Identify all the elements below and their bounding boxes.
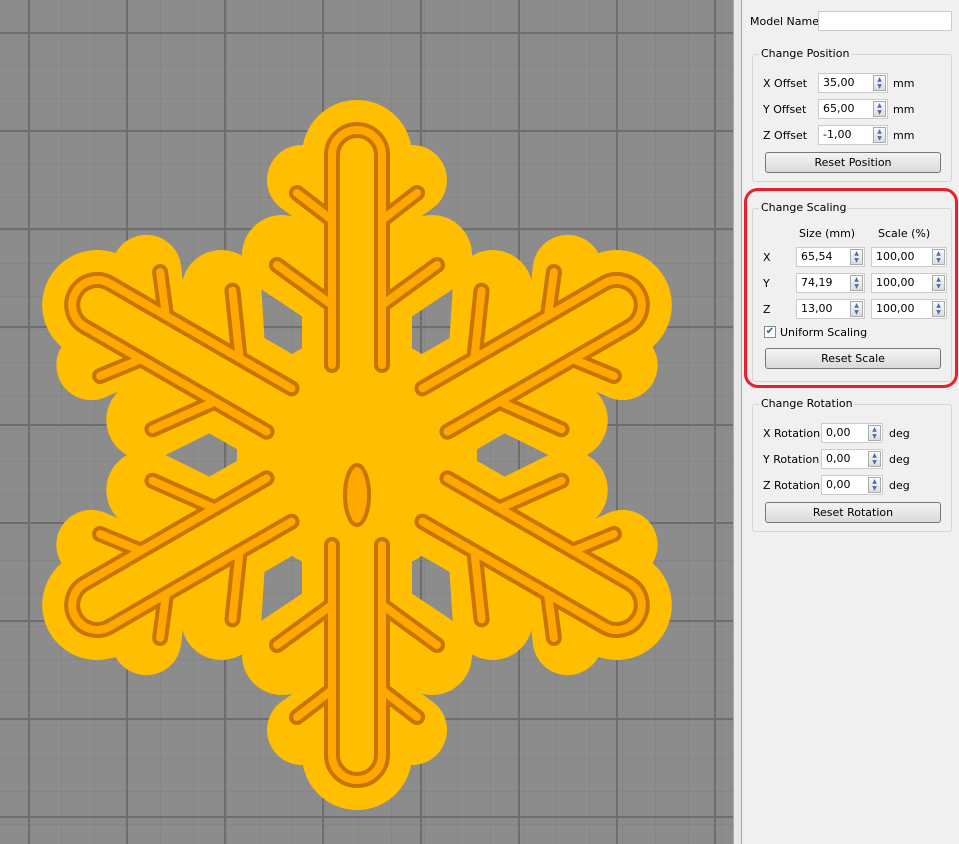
z-rotation-input[interactable]: 0,00 ▲ ▼ bbox=[821, 475, 883, 495]
uniform-scaling-checkbox[interactable]: ✔ bbox=[764, 326, 776, 338]
value: 65,00 bbox=[823, 102, 855, 115]
value: 65,54 bbox=[801, 250, 833, 263]
model-name-input[interactable] bbox=[818, 11, 952, 31]
spinner-arrows-icon[interactable]: ▲ ▼ bbox=[873, 101, 886, 117]
y-rotation-input[interactable]: 0,00 ▲ ▼ bbox=[821, 449, 883, 469]
snowflake-model[interactable] bbox=[0, 0, 733, 844]
z-offset-label: Z Offset bbox=[763, 129, 808, 142]
unit: deg bbox=[889, 479, 910, 492]
value: 13,00 bbox=[801, 302, 833, 315]
spinner-arrows-icon[interactable]: ▲ ▼ bbox=[873, 75, 886, 91]
value: 0,00 bbox=[826, 452, 851, 465]
group-title: Change Position bbox=[759, 47, 852, 60]
x-scale-input[interactable]: 100,00 ▲ ▼ bbox=[871, 247, 947, 267]
change-rotation-group: Change Rotation X Rotation 0,00 ▲ ▼ deg Y … bbox=[752, 397, 952, 532]
unit: mm bbox=[893, 103, 915, 116]
3d-viewport[interactable] bbox=[0, 0, 733, 844]
z-size-input[interactable]: 13,00 ▲ ▼ bbox=[796, 299, 865, 319]
spinner-arrows-icon[interactable]: ▲ ▼ bbox=[873, 127, 886, 143]
spinner-arrows-icon[interactable]: ▲ ▼ bbox=[850, 301, 863, 317]
group-title: Change Rotation bbox=[759, 397, 855, 410]
y-offset-label: Y Offset bbox=[763, 103, 807, 116]
reset-position-button[interactable]: Reset Position bbox=[765, 152, 941, 173]
model-name-label: Model Name: bbox=[750, 15, 823, 28]
x-offset-input[interactable]: 35,00 ▲ ▼ bbox=[818, 73, 888, 93]
x-offset-label: X Offset bbox=[763, 77, 808, 90]
spinner-arrows-icon[interactable]: ▲ ▼ bbox=[868, 477, 881, 493]
y-scale-input[interactable]: 100,00 ▲ ▼ bbox=[871, 273, 947, 293]
unit: deg bbox=[889, 427, 910, 440]
unit: mm bbox=[893, 77, 915, 90]
value: 0,00 bbox=[826, 478, 851, 491]
value: 0,00 bbox=[826, 426, 851, 439]
z-offset-input[interactable]: -1,00 ▲ ▼ bbox=[818, 125, 888, 145]
axis-label: Z bbox=[763, 303, 771, 316]
spinner-arrows-icon[interactable]: ▲ ▼ bbox=[932, 275, 945, 291]
x-rotation-input[interactable]: 0,00 ▲ ▼ bbox=[821, 423, 883, 443]
axis-label: Y bbox=[763, 277, 770, 290]
value: 100,00 bbox=[876, 276, 915, 289]
spinner-arrows-icon[interactable]: ▲ ▼ bbox=[868, 425, 881, 441]
z-rotation-label: Z Rotation bbox=[763, 479, 821, 492]
spinner-arrows-icon[interactable]: ▲ ▼ bbox=[932, 249, 945, 265]
splitter-handle[interactable] bbox=[733, 0, 742, 844]
reset-scale-button[interactable]: Reset Scale bbox=[765, 348, 941, 369]
axis-label: X bbox=[763, 251, 771, 264]
value: 100,00 bbox=[876, 250, 915, 263]
spinner-arrows-icon[interactable]: ▲ ▼ bbox=[850, 249, 863, 265]
unit: deg bbox=[889, 453, 910, 466]
value: 35,00 bbox=[823, 76, 855, 89]
unit: mm bbox=[893, 129, 915, 142]
spinner-arrows-icon[interactable]: ▲ ▼ bbox=[932, 301, 945, 317]
change-position-group: Change Position X Offset 35,00 ▲ ▼ mm Y Of… bbox=[752, 47, 952, 182]
group-title: Change Scaling bbox=[759, 201, 849, 214]
value: 74,19 bbox=[801, 276, 833, 289]
y-size-input[interactable]: 74,19 ▲ ▼ bbox=[796, 273, 865, 293]
reset-rotation-button[interactable]: Reset Rotation bbox=[765, 502, 941, 523]
x-size-input[interactable]: 65,54 ▲ ▼ bbox=[796, 247, 865, 267]
change-scaling-group: Change Scaling Size (mm) Scale (%) X 65,… bbox=[752, 201, 952, 382]
z-scale-input[interactable]: 100,00 ▲ ▼ bbox=[871, 299, 947, 319]
checkmark-icon: ✔ bbox=[765, 326, 775, 337]
y-rotation-label: Y Rotation bbox=[763, 453, 820, 466]
spinner-arrows-icon[interactable]: ▲ ▼ bbox=[868, 451, 881, 467]
y-offset-input[interactable]: 65,00 ▲ ▼ bbox=[818, 99, 888, 119]
value: 100,00 bbox=[876, 302, 915, 315]
uniform-scaling-label[interactable]: Uniform Scaling bbox=[780, 326, 867, 339]
spinner-arrows-icon[interactable]: ▲ ▼ bbox=[850, 275, 863, 291]
value: -1,00 bbox=[823, 128, 852, 141]
properties-panel: Model Name: Change Position X Offset 35,… bbox=[742, 0, 959, 844]
size-header: Size (mm) bbox=[799, 227, 856, 240]
scale-header: Scale (%) bbox=[878, 227, 931, 240]
x-rotation-label: X Rotation bbox=[763, 427, 821, 440]
